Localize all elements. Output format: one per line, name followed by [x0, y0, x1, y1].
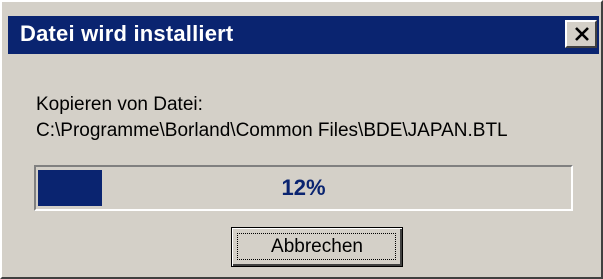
- title-bar[interactable]: Datei wird installiert: [8, 16, 599, 54]
- close-button[interactable]: [565, 20, 597, 48]
- dialog-title: Datei wird installiert: [20, 21, 234, 46]
- copy-label: Kopieren von Datei:: [36, 94, 203, 115]
- close-icon: [575, 27, 589, 41]
- cancel-button-label: Abbrechen: [271, 236, 363, 257]
- progress-percent: 12%: [281, 175, 326, 200]
- install-dialog: Datei wird installiert Kopieren von Date…: [0, 0, 603, 279]
- cancel-button[interactable]: Abbrechen: [231, 227, 403, 267]
- file-path: C:\Programme\Borland\Common Files\BDE\JA…: [36, 120, 508, 141]
- progress-bar: 12%: [34, 165, 573, 211]
